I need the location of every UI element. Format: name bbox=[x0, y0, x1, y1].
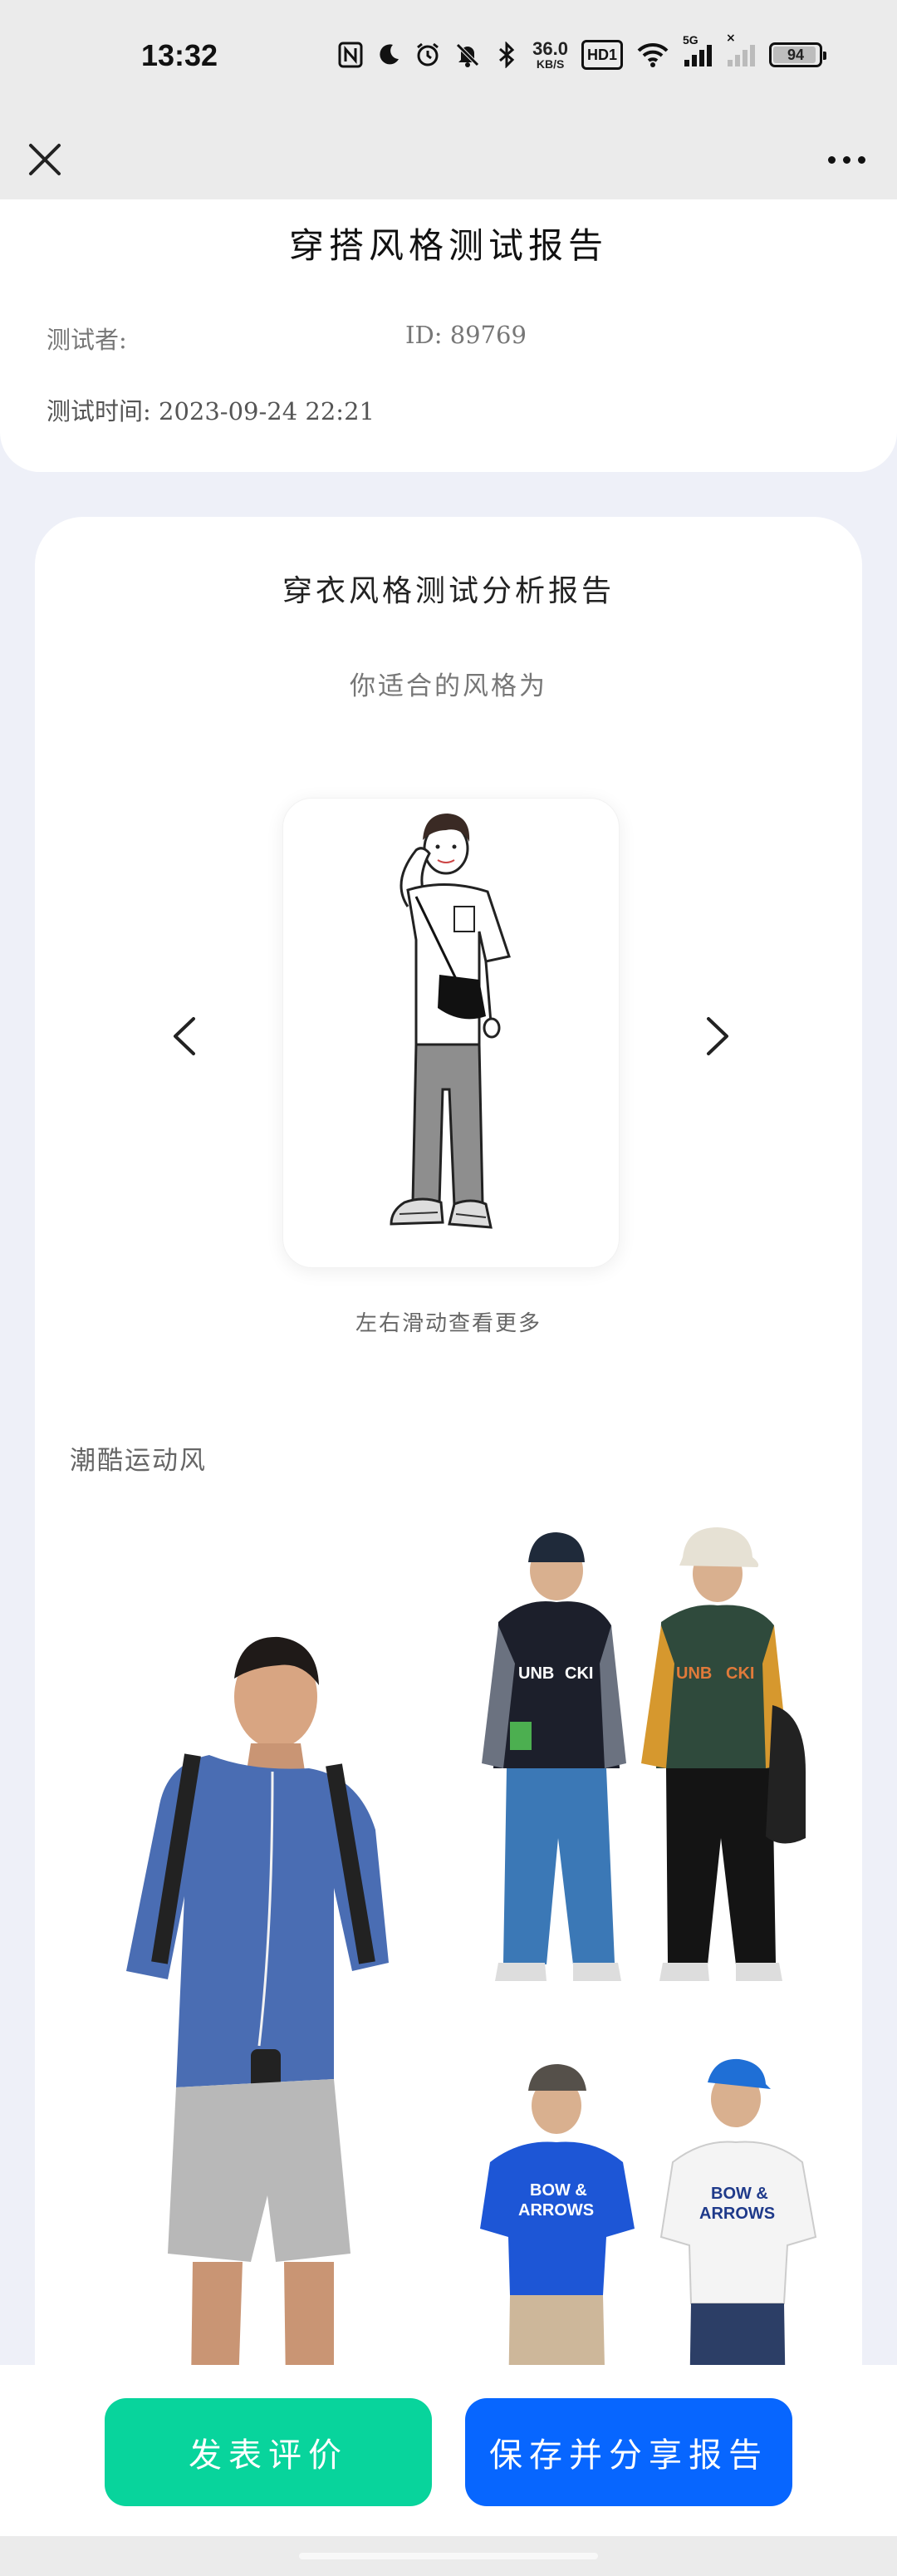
style-name: 潮酷运动风 bbox=[70, 1446, 207, 1476]
analysis-subtitle: 你适合的风格为 bbox=[350, 671, 547, 701]
jacket-print-right-b: CKI bbox=[726, 1664, 754, 1683]
nfc-icon bbox=[338, 40, 363, 70]
close-icon bbox=[29, 144, 61, 175]
analysis-title: 穿衣风格测试分析报告 bbox=[282, 574, 615, 608]
tee-print-left-a: BOW & bbox=[530, 2181, 587, 2200]
home-indicator[interactable] bbox=[299, 2553, 598, 2559]
style-illustration bbox=[390, 814, 511, 1229]
net-speed-value: 36.0 bbox=[532, 38, 568, 59]
net-speed: 36.0 KB/S bbox=[532, 38, 568, 71]
signal-5g-icon: 5G bbox=[683, 33, 713, 70]
signal-5g-label: 5G bbox=[683, 33, 698, 47]
save-share-report-button[interactable]: 保存并分享报告 bbox=[465, 2398, 792, 2506]
tester-id: ID: 89769 bbox=[405, 321, 527, 349]
more-button[interactable] bbox=[817, 136, 875, 183]
moon-icon bbox=[376, 40, 401, 70]
alarm-icon bbox=[414, 40, 441, 70]
battery-icon: 94 bbox=[769, 42, 826, 67]
analysis-card: 穿衣风格测试分析报告 你适合的风格为 左右滑动查看更多 潮酷运动风 UNB CK… bbox=[35, 517, 862, 2511]
report-title: 穿搭风格测试报告 bbox=[288, 225, 608, 266]
more-icon-dot bbox=[857, 155, 865, 164]
status-time: 13:32 bbox=[141, 38, 218, 72]
hd-icon: HD1 bbox=[581, 40, 623, 70]
more-icon-dot bbox=[827, 155, 836, 164]
prev-style-button[interactable] bbox=[159, 1007, 209, 1065]
jacket-print-left-a: UNB bbox=[518, 1664, 554, 1683]
status-icons: 36.0 KB/S HD1 5G × 94 bbox=[338, 32, 826, 71]
jacket-print-right-a: UNB bbox=[676, 1664, 712, 1683]
tester-label: 测试者: bbox=[47, 326, 127, 354]
no-sim-mark: × bbox=[726, 32, 736, 45]
chevron-left-icon bbox=[174, 1017, 195, 1055]
outfit-photo-varsity-jackets: UNB CKI UNB CKI bbox=[457, 1522, 839, 1988]
report-header-card: 穿搭风格测试报告 测试者: ID: 89769 测试时间: 2023-09-24… bbox=[0, 199, 897, 472]
bottom-action-bar: 发表评价 保存并分享报告 bbox=[0, 2365, 897, 2536]
gesture-area bbox=[0, 2536, 897, 2576]
signal-empty-icon: × bbox=[726, 32, 756, 70]
tee-print-right-a: BOW & bbox=[711, 2185, 768, 2203]
status-bar: 13:32 36.0 KB/S HD1 5G × 94 bbox=[0, 0, 897, 116]
tee-print-left-b: ARROWS bbox=[518, 2201, 594, 2220]
style-carousel-card[interactable] bbox=[282, 798, 620, 1268]
tee-print-right-b: ARROWS bbox=[699, 2205, 775, 2223]
chevron-right-icon bbox=[707, 1017, 728, 1055]
next-style-button[interactable] bbox=[693, 1007, 743, 1065]
jacket-print-left-b: CKI bbox=[565, 1664, 593, 1683]
more-icon-dot bbox=[842, 155, 850, 164]
swipe-hint: 左右滑动查看更多 bbox=[355, 1311, 542, 1336]
bluetooth-icon bbox=[494, 40, 519, 70]
close-button[interactable] bbox=[22, 136, 68, 183]
test-time: 测试时间: 2023-09-24 22:21 bbox=[47, 397, 375, 425]
post-review-button[interactable]: 发表评价 bbox=[105, 2398, 432, 2506]
net-speed-unit: KB/S bbox=[536, 57, 565, 71]
nav-bar bbox=[0, 116, 897, 199]
mute-icon bbox=[454, 40, 481, 70]
battery-level: 94 bbox=[787, 46, 805, 63]
wifi-icon bbox=[636, 40, 669, 70]
